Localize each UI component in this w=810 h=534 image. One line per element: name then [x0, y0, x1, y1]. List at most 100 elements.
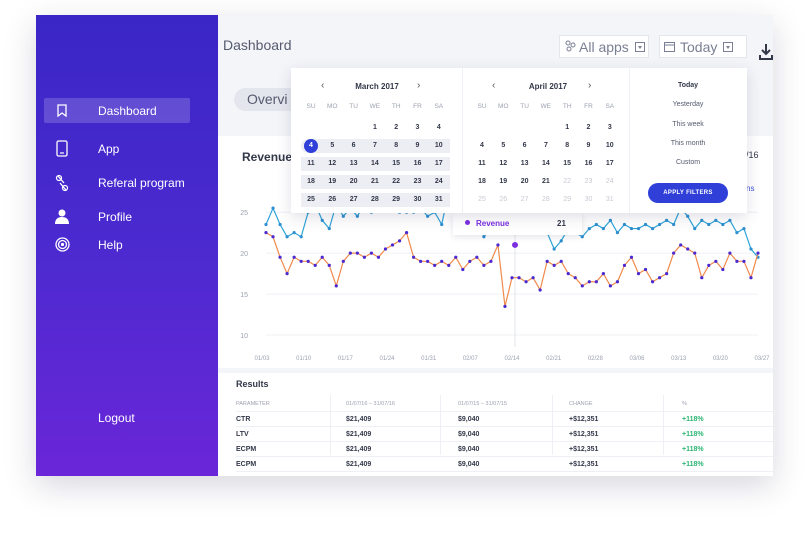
table-cell: $21,409 [346, 461, 372, 468]
logout-link[interactable]: Logout [98, 411, 135, 425]
calendar-day[interactable]: 30 [408, 193, 428, 207]
calendar-day[interactable]: 14 [365, 157, 385, 171]
calendar-day[interactable]: 12 [493, 157, 513, 171]
calendar-day[interactable]: 24 [600, 175, 620, 189]
calendar-day[interactable]: 25 [472, 193, 492, 207]
calendar-day[interactable]: 1 [557, 121, 577, 135]
table-cell: +$12,351 [569, 446, 599, 453]
calendar-day[interactable]: 23 [408, 175, 428, 189]
calendar-day[interactable]: 4 [429, 121, 449, 135]
calendar-day[interactable]: 4 [472, 139, 492, 153]
calendar-day[interactable]: 9 [579, 139, 599, 153]
calendar-day[interactable]: 10 [429, 139, 449, 153]
calendar-day[interactable]: 13 [344, 157, 364, 171]
calendar-day[interactable]: 4 [304, 139, 318, 153]
calendar-day[interactable]: 3 [408, 121, 428, 135]
calendar-day[interactable]: 12 [322, 157, 342, 171]
calendar-day[interactable]: 18 [301, 175, 321, 189]
sidebar-item-referral[interactable]: Referal program [44, 170, 190, 195]
calendar-day[interactable]: 29 [557, 193, 577, 207]
calendar-day[interactable]: 29 [386, 193, 406, 207]
calendar-day[interactable]: 8 [386, 139, 406, 153]
x-tick-label: 01/03 [254, 356, 270, 362]
calendar-day[interactable]: 15 [557, 157, 577, 171]
data-point [636, 271, 641, 276]
calendar-day[interactable]: 19 [322, 175, 342, 189]
table-cell: $21,409 [346, 431, 372, 438]
results-table: PARAMETER 01/07/16 – 31/07/16 01/07/15 –… [236, 397, 773, 472]
y-tick-label: 10 [240, 333, 248, 340]
data-point [440, 259, 444, 263]
calendar-day[interactable]: 26 [322, 193, 342, 207]
data-point [327, 226, 331, 231]
calendar-day[interactable]: 31 [429, 193, 449, 207]
quick-option-today[interactable]: Today [629, 82, 747, 89]
next-month-icon[interactable]: › [417, 80, 420, 91]
calendar-day[interactable]: 24 [429, 175, 449, 189]
weekday-label: TH [391, 103, 401, 110]
calendar-day[interactable]: 25 [301, 193, 321, 207]
quick-option-custom[interactable]: Custom [629, 159, 747, 166]
calendar-day[interactable]: 2 [386, 121, 406, 135]
calendar-day[interactable]: 17 [429, 157, 449, 171]
calendar-day[interactable]: 7 [365, 139, 385, 153]
table-cell: $9,040 [458, 431, 480, 438]
calendar-day[interactable]: 10 [600, 139, 620, 153]
calendar-day[interactable]: 22 [557, 175, 577, 189]
quick-option-yesterday[interactable]: Yesterday [629, 101, 747, 108]
date-select[interactable]: Today [659, 35, 747, 58]
next-month-icon[interactable]: › [588, 80, 591, 91]
calendar-day[interactable]: 11 [301, 157, 321, 171]
calendar-day[interactable]: 27 [515, 193, 535, 207]
calendar-day[interactable]: 2 [579, 121, 599, 135]
calendar-day[interactable]: 19 [493, 175, 513, 189]
calendar-day[interactable]: 18 [472, 175, 492, 189]
apps-select[interactable]: All apps [559, 35, 649, 58]
calendar-day[interactable]: 5 [322, 139, 342, 153]
sidebar-item-dashboard[interactable]: Dashboard [44, 98, 190, 123]
calendar-day[interactable]: 27 [344, 193, 364, 207]
calendar-day[interactable]: 28 [536, 193, 556, 207]
calendar-day[interactable]: 17 [600, 157, 620, 171]
calendar-day[interactable]: 21 [365, 175, 385, 189]
calendar-day[interactable]: 30 [579, 193, 599, 207]
sidebar-item-help[interactable]: Help [44, 232, 190, 257]
calendar-day[interactable]: 5 [493, 139, 513, 153]
calendar-day[interactable]: 6 [344, 139, 364, 153]
data-point [510, 276, 514, 280]
sidebar-item-profile[interactable]: Profile [44, 204, 190, 229]
sidebar-item-label: App [98, 141, 120, 156]
calendar-day[interactable]: 26 [493, 193, 513, 207]
sidebar-item-app[interactable]: App [44, 136, 190, 161]
calendar-day[interactable]: 1 [365, 121, 385, 135]
x-tick-label: 01/17 [338, 356, 354, 362]
data-point [707, 263, 711, 268]
download-icon[interactable] [759, 44, 773, 60]
data-point [580, 284, 584, 288]
calendar-day[interactable]: 11 [472, 157, 492, 171]
calendar-day[interactable]: 16 [579, 157, 599, 171]
calendar-day[interactable]: 28 [365, 193, 385, 207]
calendar-day[interactable]: 3 [600, 121, 620, 135]
data-point [679, 243, 683, 247]
calendar-day[interactable]: 16 [408, 157, 428, 171]
table-header-row: PARAMETER 01/07/16 – 31/07/16 01/07/15 –… [236, 397, 773, 412]
calendar-day[interactable]: 20 [515, 175, 535, 189]
calendar-day[interactable]: 23 [579, 175, 599, 189]
calendar-day[interactable]: 9 [408, 139, 428, 153]
calendar-day[interactable]: 6 [515, 139, 535, 153]
calendar-day[interactable]: 13 [515, 157, 535, 171]
calendar-day[interactable]: 7 [536, 139, 556, 153]
calendar-day[interactable]: 8 [557, 139, 577, 153]
calendar-day[interactable]: 21 [536, 175, 556, 189]
calendar-day[interactable]: 22 [386, 175, 406, 189]
apply-filters-button[interactable]: APPLY FILTERS [648, 183, 728, 203]
calendar-day[interactable]: 31 [600, 193, 620, 207]
series-line [265, 231, 759, 307]
calendar-day[interactable]: 15 [386, 157, 406, 171]
quick-option-this-month[interactable]: This month [629, 140, 747, 147]
weekday-label: WE [369, 103, 381, 110]
calendar-day[interactable]: 14 [536, 157, 556, 171]
calendar-day[interactable]: 20 [344, 175, 364, 189]
quick-option-this-week[interactable]: This week [629, 121, 747, 128]
